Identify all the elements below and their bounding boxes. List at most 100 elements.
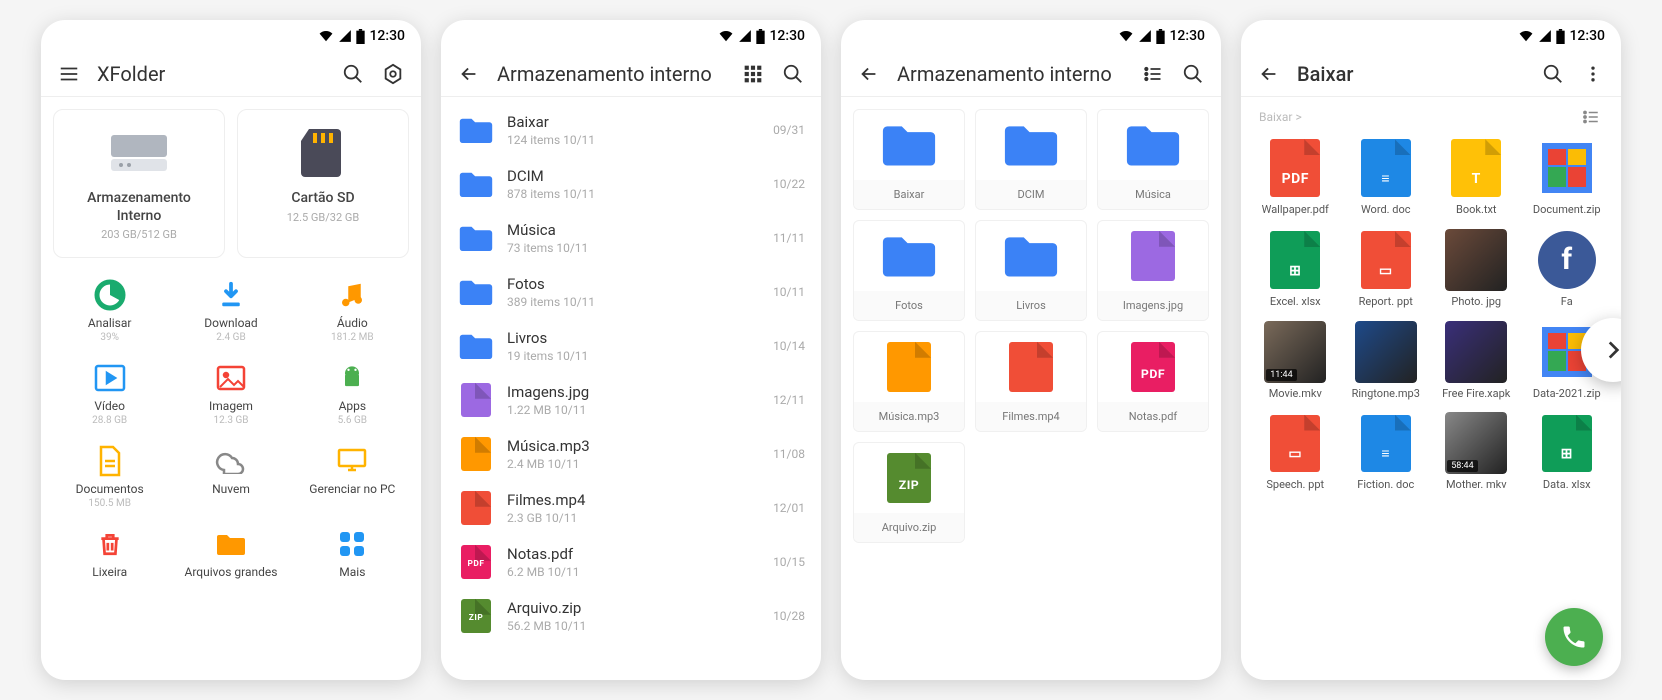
- folder-icon: [854, 221, 964, 291]
- category-icon: [296, 444, 409, 478]
- category-label: Vídeo: [53, 399, 166, 413]
- folder-icon: [1098, 110, 1208, 180]
- file-item[interactable]: Free Fire.xapk: [1436, 321, 1517, 401]
- file-item[interactable]: Ringtone.mp3: [1346, 321, 1427, 401]
- list-item[interactable]: Imagens.jpg 1.22 MB 10/11 12/11: [453, 373, 809, 427]
- search-icon[interactable]: [1541, 62, 1565, 86]
- back-icon[interactable]: [457, 62, 481, 86]
- file-item[interactable]: ≡ Fiction. doc: [1346, 412, 1427, 492]
- back-icon[interactable]: [1257, 62, 1281, 86]
- grid-item[interactable]: Música.mp3: [853, 331, 965, 432]
- list-item[interactable]: Baixar 124 items 10/11 09/31: [453, 103, 809, 157]
- file-item[interactable]: Document.zip: [1527, 137, 1608, 217]
- category-label: Áudio: [296, 316, 409, 330]
- settings-icon[interactable]: [381, 62, 405, 86]
- list-item[interactable]: Filmes.mp4 2.3 GB 10/11 12/01: [453, 481, 809, 535]
- file-item[interactable]: 58:44 Mother. mkv: [1436, 412, 1517, 492]
- grid-item[interactable]: DCIM: [975, 109, 1087, 210]
- file-icon: [1445, 229, 1507, 291]
- app-bar: XFolder: [41, 52, 421, 97]
- app-bar: Armazenamento interno: [841, 52, 1221, 97]
- list-item[interactable]: Fotos 389 items 10/11 10/11: [453, 265, 809, 319]
- category-item[interactable]: Apps 5.6 GB: [296, 361, 409, 426]
- grid-item[interactable]: Imagens.jpg: [1097, 220, 1209, 321]
- battery-icon: [756, 29, 765, 44]
- file-label: Data-2021.zip: [1527, 387, 1608, 401]
- item-date: 11/11: [773, 231, 805, 245]
- item-label: Filmes.mp4: [976, 402, 1086, 431]
- menu-icon[interactable]: [57, 62, 81, 86]
- list-item[interactable]: Música.mp3 2.4 MB 10/11 11/08: [453, 427, 809, 481]
- list-item[interactable]: PDF Notas.pdf 6.2 MB 10/11 10/15: [453, 535, 809, 589]
- file-item[interactable]: 11:44 Movie.mkv: [1255, 321, 1336, 401]
- category-label: Analisar: [53, 316, 166, 330]
- call-fab[interactable]: [1545, 608, 1603, 666]
- list-view-icon[interactable]: [1141, 62, 1165, 86]
- grid-item[interactable]: Baixar: [853, 109, 965, 210]
- category-icon: [174, 278, 287, 312]
- item-sub: 878 items 10/11: [507, 187, 761, 201]
- search-icon[interactable]: [1181, 62, 1205, 86]
- category-sub: 181.2 MB: [296, 332, 409, 343]
- more-icon[interactable]: [1581, 62, 1605, 86]
- screen-title: Baixar: [1297, 62, 1525, 86]
- file-item[interactable]: ≡ Word. doc: [1346, 137, 1427, 217]
- category-label: Lixeira: [53, 565, 166, 579]
- file-item[interactable]: ⊞ Excel. xlsx: [1255, 229, 1336, 309]
- category-item[interactable]: Analisar 39%: [53, 278, 166, 343]
- search-icon[interactable]: [781, 62, 805, 86]
- folder-icon: [457, 165, 495, 203]
- grid-item[interactable]: PDF Notas.pdf: [1097, 331, 1209, 432]
- downloads-content: Baixar > PDF Wallpaper.pdf ≡ Word. doc T…: [1241, 97, 1621, 680]
- file-item[interactable]: f Fa: [1527, 229, 1608, 309]
- category-item[interactable]: Mais: [296, 527, 409, 579]
- grid-item[interactable]: Filmes.mp4: [975, 331, 1087, 432]
- file-item[interactable]: ▭ Speech. ppt: [1255, 412, 1336, 492]
- grid-item[interactable]: Fotos: [853, 220, 965, 321]
- item-sub: 2.4 MB 10/11: [507, 457, 761, 471]
- category-item[interactable]: Gerenciar no PC: [296, 444, 409, 509]
- file-item[interactable]: T Book.txt: [1436, 137, 1517, 217]
- file-item[interactable]: ▭ Report. ppt: [1346, 229, 1427, 309]
- list-item[interactable]: Música 73 items 10/11 11/11: [453, 211, 809, 265]
- search-icon[interactable]: [341, 62, 365, 86]
- grid-view-icon[interactable]: [741, 62, 765, 86]
- file-item[interactable]: Photo. jpg: [1436, 229, 1517, 309]
- list-view-icon[interactable]: [1579, 105, 1603, 129]
- battery-icon: [356, 29, 365, 44]
- list-item[interactable]: DCIM 878 items 10/11 10/22: [453, 157, 809, 211]
- breadcrumb-row: Baixar >: [1255, 105, 1607, 137]
- back-icon[interactable]: [857, 62, 881, 86]
- storage-sd[interactable]: Cartão SD 12.5 GB/32 GB: [237, 109, 409, 258]
- grid-item[interactable]: ZIP Arquivo.zip: [853, 442, 965, 543]
- item-date: 10/22: [773, 177, 805, 191]
- breadcrumb[interactable]: Baixar >: [1259, 110, 1302, 124]
- category-item[interactable]: Arquivos grandes: [174, 527, 287, 579]
- file-icon: 58:44: [1445, 412, 1507, 474]
- storage-internal[interactable]: Armazenamento Interno 203 GB/512 GB: [53, 109, 225, 258]
- file-item[interactable]: PDF Wallpaper.pdf: [1255, 137, 1336, 217]
- item-sub: 19 items 10/11: [507, 349, 761, 363]
- storage-size: 203 GB/512 GB: [64, 228, 214, 241]
- list-item[interactable]: Livros 19 items 10/11 10/14: [453, 319, 809, 373]
- category-item[interactable]: Documentos 150.5 MB: [53, 444, 166, 509]
- list-item[interactable]: ZIP Arquivo.zip 56.2 MB 10/11 10/28: [453, 589, 809, 643]
- file-label: Fiction. doc: [1346, 478, 1427, 492]
- status-bar: 12:30: [1241, 20, 1621, 52]
- category-item[interactable]: Download 2.4 GB: [174, 278, 287, 343]
- item-label: Fotos: [854, 291, 964, 320]
- file-item[interactable]: ⊞ Data. xlsx: [1527, 412, 1608, 492]
- category-item[interactable]: Vídeo 28.8 GB: [53, 361, 166, 426]
- app-title: XFolder: [97, 62, 325, 86]
- grid-item[interactable]: Música: [1097, 109, 1209, 210]
- category-item[interactable]: Nuvem: [174, 444, 287, 509]
- category-item[interactable]: Áudio 181.2 MB: [296, 278, 409, 343]
- item-label: Música.mp3: [854, 402, 964, 431]
- category-item[interactable]: Lixeira: [53, 527, 166, 579]
- grid-item[interactable]: Livros: [975, 220, 1087, 321]
- file-label: Free Fire.xapk: [1436, 387, 1517, 401]
- wifi-icon: [1518, 29, 1534, 43]
- folder-icon: [457, 111, 495, 149]
- category-item[interactable]: Imagem 12.3 GB: [174, 361, 287, 426]
- phone-icon: [1560, 623, 1588, 651]
